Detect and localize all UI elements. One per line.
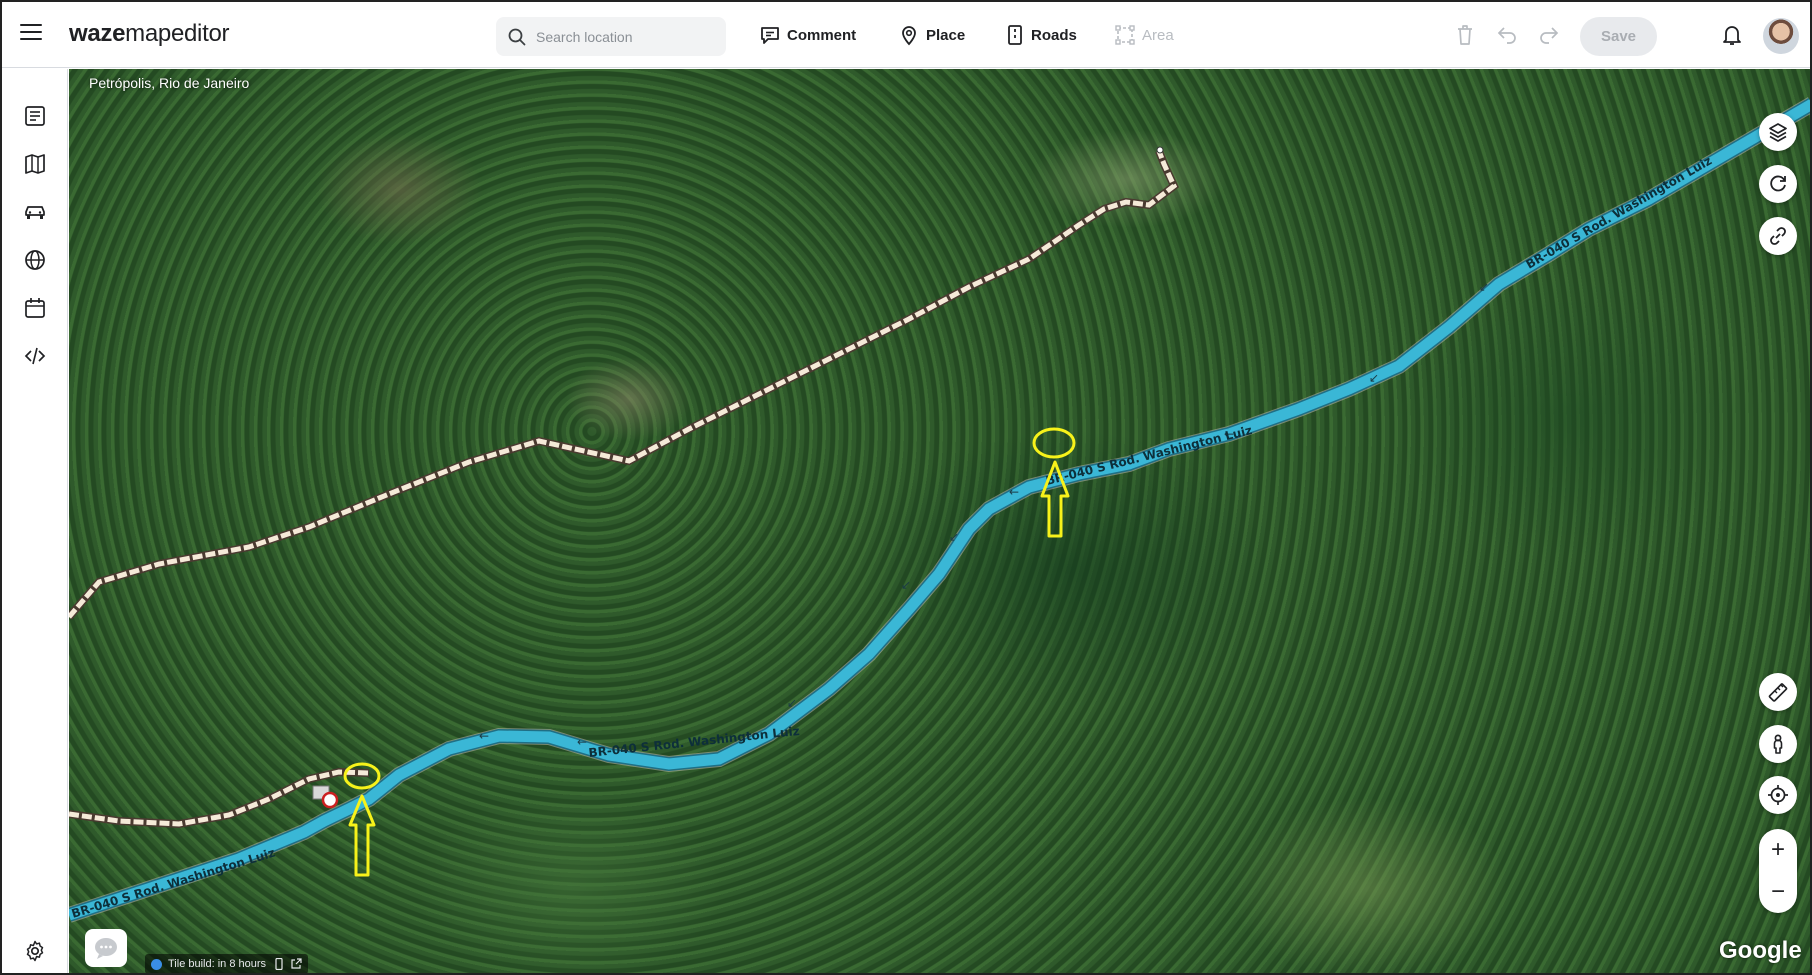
road-icon [1008,25,1022,45]
measure-button[interactable] [1759,673,1797,711]
comment-icon [761,27,779,44]
calendar-icon[interactable] [23,296,47,320]
app-logo: wazemapeditor [69,20,230,47]
svg-text:←: ← [479,729,489,743]
locate-icon [1768,785,1788,805]
road-name-label: BR-040 S Rod. Washington Luiz [70,845,277,920]
status-check-icon [151,958,162,970]
place-tool-label: Place [926,26,966,44]
app-window: wazemapeditor Comment Place Roads Area S… [0,0,1812,975]
search-input[interactable] [536,28,706,45]
undo-icon[interactable] [1496,23,1518,45]
top-bar: wazemapeditor Comment Place Roads Area S… [2,2,1810,68]
external-link-icon [291,958,302,969]
roads-tool-button[interactable]: Roads [1005,24,1077,46]
notification-bell-icon[interactable] [1721,23,1743,47]
left-sidebar [2,69,68,973]
menu-icon[interactable] [20,24,42,42]
chat-button[interactable] [85,929,127,967]
svg-text:↙: ↙ [1369,371,1379,385]
zoom-control: + − [1759,829,1797,913]
redo-icon[interactable] [1538,23,1560,45]
search-icon [508,28,526,45]
svg-text:↙: ↙ [901,578,911,592]
map-book-icon[interactable] [23,152,47,176]
svg-text:↙: ↙ [1479,280,1489,294]
area-tool-button[interactable]: Area [1114,24,1174,46]
place-tool-button[interactable]: Place [898,24,965,46]
layers-button[interactable] [1759,113,1797,151]
car-icon[interactable] [23,200,47,224]
zoom-in-button[interactable]: + [1759,829,1797,871]
area-tool-label: Area [1142,26,1174,44]
svg-text:←: ← [1009,485,1019,499]
area-icon [1115,25,1135,45]
speed-limit-icon[interactable] [321,791,339,809]
settings-icon[interactable] [23,939,47,963]
chat-bubble-icon [95,938,117,959]
save-button[interactable]: Save [1580,17,1657,56]
annotation-ellipse [1032,427,1076,459]
locate-me-button[interactable] [1759,776,1797,814]
google-attribution: Google [1719,937,1802,964]
link-icon [1770,227,1786,245]
svg-text:↙: ↙ [787,696,797,710]
permalink-button[interactable] [1759,217,1797,255]
map-canvas[interactable]: ← ← ↙ ↙ ↙ ← ← ↙ ↙ BR-040 S Rod. Washingt… [69,69,1812,975]
street-view-icon [1773,734,1783,754]
tile-build-text: Tile build: in 8 hours [168,958,267,970]
map-overlay: ← ← ↙ ↙ ↙ ← ← ↙ ↙ BR-040 S Rod. Washingt… [69,69,1812,975]
list-icon[interactable] [23,104,47,128]
road-node[interactable] [1156,146,1164,154]
zoom-out-button[interactable]: − [1759,871,1797,913]
globe-icon[interactable] [23,248,47,272]
roads-tool-label: Roads [1031,26,1077,44]
refresh-icon [1770,175,1786,192]
comment-tool-label: Comment [787,26,857,44]
comment-tool-button[interactable]: Comment [759,24,856,46]
svg-text:←: ← [577,735,587,749]
location-label: Petrópolis, Rio de Janeiro [89,75,250,91]
place-pin-icon [902,26,916,46]
minor-road-outline [69,149,1179,620]
refresh-button[interactable] [1759,165,1797,203]
layers-icon [1769,123,1787,142]
ruler-icon [1768,683,1788,702]
user-avatar[interactable] [1763,18,1799,54]
phone-icon [275,958,283,970]
svg-text:↙: ↙ [949,530,959,544]
tile-build-status[interactable]: Tile build: in 8 hours [145,954,309,973]
street-view-button[interactable] [1759,725,1797,763]
road-name-label: BR-040 S Rod. Washington Luiz [1524,153,1715,271]
trash-icon[interactable] [1455,23,1475,47]
code-icon[interactable] [23,344,47,368]
search-box[interactable] [496,17,726,56]
road-name-label: BR-040 S Rod. Washington Luiz [1044,423,1253,488]
